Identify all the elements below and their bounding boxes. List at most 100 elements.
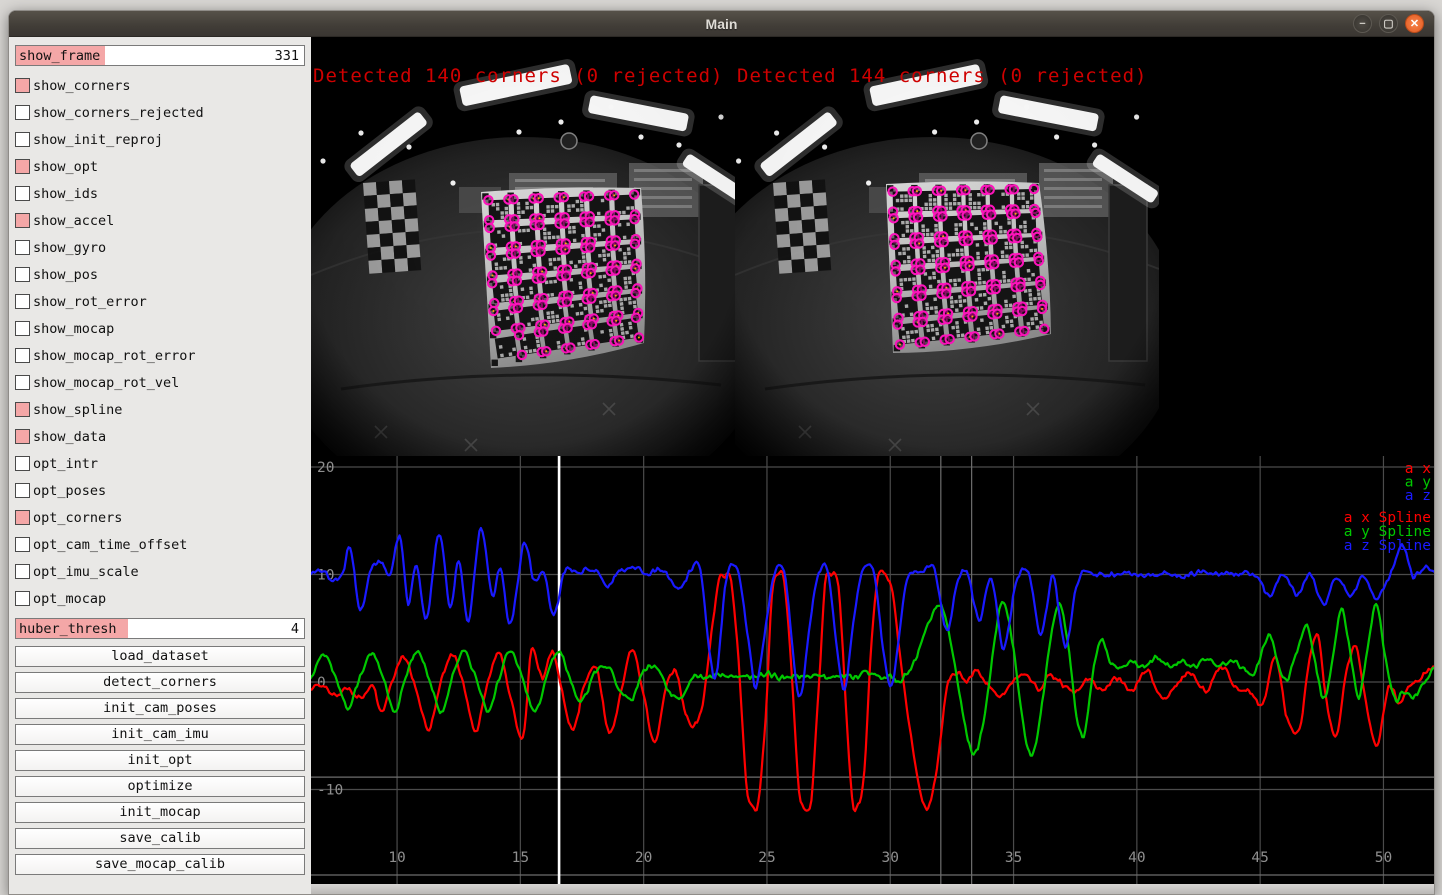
show-frame-slider[interactable]: show_frame 331 [15, 45, 305, 66]
checkbox-label: opt_intr [33, 456, 98, 472]
save_calib-button[interactable]: save_calib [15, 828, 305, 849]
checkbox-show_corners[interactable]: show_corners [15, 72, 305, 99]
checkbox-show_ids[interactable]: show_ids [15, 180, 305, 207]
svg-text:20: 20 [635, 850, 652, 866]
load_dataset-button[interactable]: load_dataset [15, 646, 305, 667]
checkbox-label: show_rot_error [33, 294, 147, 310]
checkbox-show_mocap_rot_vel[interactable]: show_mocap_rot_vel [15, 369, 305, 396]
svg-text:25: 25 [758, 850, 775, 866]
checkbox-label: show_pos [33, 267, 98, 283]
slider-label: huber_thresh [19, 621, 117, 637]
init_opt-button[interactable]: init_opt [15, 750, 305, 771]
checkbox-box[interactable] [15, 375, 30, 390]
init_mocap-button[interactable]: init_mocap [15, 802, 305, 823]
slider-label: show_frame [19, 48, 100, 64]
legend-a-z: a z [1405, 488, 1431, 504]
checkbox-label: show_mocap_rot_error [33, 348, 196, 364]
checkbox-box[interactable] [15, 429, 30, 444]
checkbox-box[interactable] [15, 132, 30, 147]
svg-text:45: 45 [1251, 850, 1268, 866]
optimize-button[interactable]: optimize [15, 776, 305, 797]
checkbox-label: show_data [33, 429, 106, 445]
svg-text:0: 0 [317, 675, 326, 691]
legend-a-z-Spline: a z Spline [1344, 538, 1431, 554]
checkbox-box[interactable] [15, 213, 30, 228]
checkbox-show_data[interactable]: show_data [15, 423, 305, 450]
checkbox-show_gyro[interactable]: show_gyro [15, 234, 305, 261]
imu-plot[interactable]: 10152025303540455020100-10a xa ya za x S… [311, 456, 1435, 884]
svg-text:10: 10 [388, 850, 405, 866]
checkbox-box[interactable] [15, 591, 30, 606]
checkbox-box[interactable] [15, 78, 30, 93]
svg-text:-10: -10 [317, 782, 343, 798]
checkbox-label: show_mocap_rot_vel [33, 375, 179, 391]
detect_corners-button[interactable]: detect_corners [15, 672, 305, 693]
title-bar[interactable]: Main − ▢ ✕ [9, 11, 1434, 37]
minimize-button[interactable]: − [1353, 14, 1372, 33]
svg-text:15: 15 [512, 850, 529, 866]
checkbox-opt_poses[interactable]: opt_poses [15, 477, 305, 504]
checkbox-label: show_corners [33, 78, 131, 94]
svg-text:35: 35 [1005, 850, 1022, 866]
main-window: Main − ▢ ✕ show_frame 331 show_cornerssh… [8, 10, 1435, 895]
window-bottom-border [311, 884, 1435, 895]
svg-text:50: 50 [1375, 850, 1392, 866]
svg-text:20: 20 [317, 460, 334, 476]
control-sidebar: show_frame 331 show_corners show_corners_… [9, 37, 311, 895]
checkbox-label: show_corners_rejected [33, 105, 204, 121]
display-panel: Detected 140 corners (0 rejected) Detect… [311, 37, 1435, 895]
slider-value: 4 [291, 621, 299, 637]
checkbox-box[interactable] [15, 510, 30, 525]
init_cam_poses-button[interactable]: init_cam_poses [15, 698, 305, 719]
checkbox-show_opt[interactable]: show_opt [15, 153, 305, 180]
camera-view-right[interactable]: Detected 144 corners (0 rejected) [735, 37, 1159, 456]
checkbox-label: show_init_reproj [33, 132, 163, 148]
init_cam_imu-button[interactable]: init_cam_imu [15, 724, 305, 745]
checkbox-show_mocap_rot_error[interactable]: show_mocap_rot_error [15, 342, 305, 369]
checkbox-opt_imu_scale[interactable]: opt_imu_scale [15, 558, 305, 585]
checkbox-show_corners_rejected[interactable]: show_corners_rejected [15, 99, 305, 126]
checkbox-box[interactable] [15, 267, 30, 282]
checkbox-box[interactable] [15, 294, 30, 309]
checkbox-opt_intr[interactable]: opt_intr [15, 450, 305, 477]
maximize-button[interactable]: ▢ [1379, 14, 1398, 33]
camera-panel: Detected 140 corners (0 rejected) Detect… [311, 37, 1435, 456]
checkbox-label: opt_corners [33, 510, 122, 526]
checkbox-box[interactable] [15, 456, 30, 471]
checkbox-box[interactable] [15, 159, 30, 174]
checkbox-show_accel[interactable]: show_accel [15, 207, 305, 234]
checkbox-box[interactable] [15, 564, 30, 579]
checkbox-label: show_gyro [33, 240, 106, 256]
save_mocap_calib-button[interactable]: save_mocap_calib [15, 854, 305, 875]
huber-thresh-slider[interactable]: huber_thresh 4 [15, 618, 305, 639]
checkbox-label: opt_mocap [33, 591, 106, 607]
checkbox-label: show_opt [33, 159, 98, 175]
checkbox-box[interactable] [15, 240, 30, 255]
camera-view-left[interactable]: Detected 140 corners (0 rejected) [311, 37, 735, 456]
checkbox-label: opt_poses [33, 483, 106, 499]
slider-value: 331 [275, 48, 299, 64]
checkbox-label: show_mocap [33, 321, 114, 337]
checkbox-box[interactable] [15, 348, 30, 363]
checkbox-label: show_spline [33, 402, 122, 418]
checkbox-box[interactable] [15, 321, 30, 336]
close-button[interactable]: ✕ [1405, 14, 1424, 33]
checkbox-box[interactable] [15, 537, 30, 552]
svg-text:30: 30 [882, 850, 899, 866]
checkbox-show_spline[interactable]: show_spline [15, 396, 305, 423]
checkbox-label: opt_imu_scale [33, 564, 139, 580]
checkbox-box[interactable] [15, 402, 30, 417]
svg-text:40: 40 [1128, 850, 1145, 866]
checkbox-label: show_ids [33, 186, 98, 202]
checkbox-show_rot_error[interactable]: show_rot_error [15, 288, 305, 315]
checkbox-show_init_reproj[interactable]: show_init_reproj [15, 126, 305, 153]
checkbox-list: show_corners show_corners_rejected show_in… [15, 72, 305, 612]
checkbox-opt_corners[interactable]: opt_corners [15, 504, 305, 531]
checkbox-box[interactable] [15, 105, 30, 120]
checkbox-box[interactable] [15, 186, 30, 201]
checkbox-show_pos[interactable]: show_pos [15, 261, 305, 288]
checkbox-show_mocap[interactable]: show_mocap [15, 315, 305, 342]
checkbox-box[interactable] [15, 483, 30, 498]
checkbox-opt_mocap[interactable]: opt_mocap [15, 585, 305, 612]
checkbox-opt_cam_time_offset[interactable]: opt_cam_time_offset [15, 531, 305, 558]
